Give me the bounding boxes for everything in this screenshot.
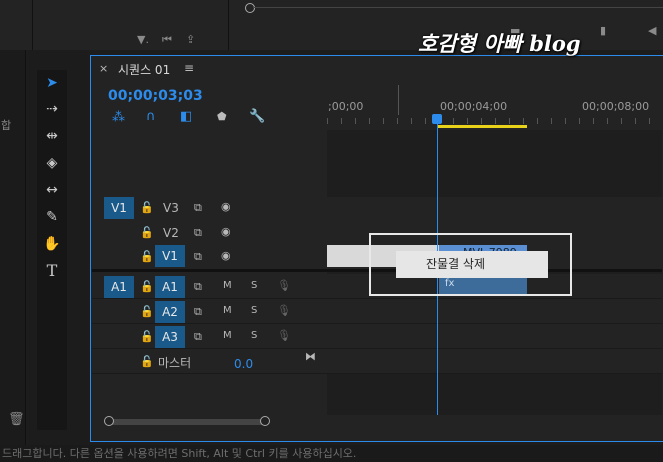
mute-button[interactable]: M xyxy=(223,305,232,316)
linked-selection-icon[interactable]: ◧ xyxy=(180,109,192,124)
scroll-handle-right[interactable] xyxy=(260,416,270,426)
ruler-label: 00;00;04;00 xyxy=(440,100,508,113)
ruler-ticks xyxy=(327,118,662,124)
lock-icon[interactable]: 🔓 xyxy=(140,226,154,239)
scroll-handle-left[interactable] xyxy=(104,416,114,426)
solo-button[interactable]: S xyxy=(251,330,257,341)
eye-icon[interactable]: ◉ xyxy=(221,225,231,238)
sync-lock-icon[interactable]: ⧉ xyxy=(194,201,202,215)
eye-icon[interactable]: ◉ xyxy=(221,249,231,262)
insert-icon[interactable]: ⏮ xyxy=(162,33,172,47)
left-edge-panel: 합 🗑 xyxy=(0,50,26,445)
step-icon[interactable]: ▮ xyxy=(600,24,606,37)
lock-icon[interactable]: 🔓 xyxy=(140,305,154,318)
panel-divider xyxy=(32,0,33,50)
track-name-a1[interactable]: A1 xyxy=(155,276,185,298)
track-name-v3[interactable]: V3 xyxy=(163,201,179,215)
track-name-v2[interactable]: V2 xyxy=(163,226,179,240)
mute-button[interactable]: M xyxy=(223,280,232,291)
slip-tool-icon[interactable]: ↔ xyxy=(37,179,67,201)
lock-icon[interactable]: 🔓 xyxy=(140,250,154,263)
filter-icon[interactable]: ▼. xyxy=(137,33,149,46)
ruler-label: ;00;00 xyxy=(328,100,364,113)
panel-divider xyxy=(228,0,229,50)
sync-lock-icon[interactable]: ⧉ xyxy=(194,330,202,344)
track-select-tool-icon[interactable]: ⇢ xyxy=(37,98,67,120)
nest-icon[interactable]: ⁂ xyxy=(112,110,125,125)
track-name-a3[interactable]: A3 xyxy=(155,326,185,348)
sync-lock-icon[interactable]: ⧉ xyxy=(194,226,202,240)
mute-button[interactable]: M xyxy=(223,330,232,341)
context-menu-item-ripple-delete[interactable]: 잔물결 삭제 xyxy=(396,251,548,278)
step-back-icon[interactable]: ◀ xyxy=(648,24,656,37)
mic-icon[interactable]: 🎙 xyxy=(277,329,291,342)
master-volume-value[interactable]: 0.0 xyxy=(234,357,253,371)
solo-button[interactable]: S xyxy=(251,305,257,316)
selection-tool-icon[interactable]: ➤ xyxy=(37,72,67,94)
lock-icon[interactable]: 🔓 xyxy=(140,280,154,293)
playhead-marker[interactable] xyxy=(432,114,442,124)
ruler-tick xyxy=(398,85,399,115)
sync-lock-icon[interactable]: ⧉ xyxy=(194,305,202,319)
mic-icon[interactable]: 🎙 xyxy=(277,279,291,292)
wrench-icon[interactable]: 🔧 xyxy=(249,109,265,124)
ruler-label: 00;00;08;00 xyxy=(582,100,650,113)
snap-icon[interactable]: ∩ xyxy=(146,109,156,124)
work-area-bar[interactable] xyxy=(437,125,527,128)
tools-column: ➤ ⇢ ⇹ ◈ ↔ ✎ ✋ T xyxy=(37,70,67,430)
track-name-a2[interactable]: A2 xyxy=(155,301,185,323)
ripple-edit-tool-icon[interactable]: ⇹ xyxy=(37,125,67,147)
type-tool-icon[interactable]: T xyxy=(37,260,67,282)
go-to-end-icon[interactable]: ⧓ xyxy=(305,350,316,363)
mic-icon[interactable]: 🎙 xyxy=(277,304,291,317)
sync-lock-icon[interactable]: ⧉ xyxy=(194,250,202,264)
lock-icon[interactable]: 🔓 xyxy=(140,330,154,343)
close-tab-icon[interactable]: × xyxy=(99,62,108,75)
scroll-track xyxy=(253,7,663,8)
trash-icon[interactable]: 🗑 xyxy=(8,412,25,427)
master-track-label: 마스터 xyxy=(158,356,192,370)
hand-tool-icon[interactable]: ✋ xyxy=(37,233,67,255)
horizontal-scrollbar[interactable] xyxy=(92,415,326,429)
export-frame-icon[interactable]: ⇪ xyxy=(186,33,195,46)
scroll-handle[interactable] xyxy=(245,3,255,13)
scrollbar-thumb[interactable] xyxy=(106,419,266,425)
status-bar: 드래그합니다. 다른 옵션을 사용하려면 Shift, Alt 및 Ctrl 키… xyxy=(0,445,663,462)
track-target-v1[interactable]: V1 xyxy=(155,245,185,267)
source-patch-v1[interactable]: V1 xyxy=(104,197,134,219)
lock-icon[interactable]: 🔓 xyxy=(140,201,154,214)
watermark-text: 호감형 아빠 blog xyxy=(418,31,581,56)
tab-menu-icon[interactable]: ≡ xyxy=(184,61,194,75)
source-patch-a1[interactable]: A1 xyxy=(104,276,134,298)
pen-tool-icon[interactable]: ✎ xyxy=(37,206,67,228)
solo-button[interactable]: S xyxy=(251,280,257,291)
side-text: 합 xyxy=(1,119,12,132)
sequence-tab-title[interactable]: 시퀀스 01 xyxy=(118,61,170,78)
timecode-display[interactable]: 00;00;03;03 xyxy=(108,88,203,104)
sync-lock-icon[interactable]: ⧉ xyxy=(194,280,202,294)
lock-icon[interactable]: 🔓 xyxy=(140,355,154,368)
eye-icon[interactable]: ◉ xyxy=(221,200,231,213)
add-marker-icon[interactable]: ⬟ xyxy=(217,110,227,123)
razor-tool-icon[interactable]: ◈ xyxy=(37,152,67,174)
